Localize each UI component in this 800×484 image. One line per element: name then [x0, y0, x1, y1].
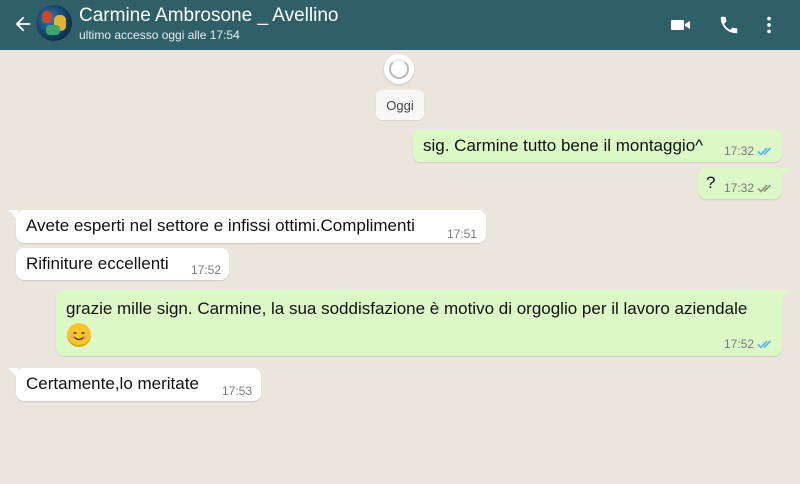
phone-icon: [720, 16, 738, 34]
video-call-button[interactable]: [668, 12, 694, 38]
chat-header: Carmine Ambrosone _ Avellino ultimo acce…: [0, 0, 800, 50]
last-seen-status: ultimo accesso oggi alle 17:54: [79, 28, 240, 42]
date-chip: Oggi: [376, 90, 424, 120]
avatar[interactable]: [36, 5, 72, 41]
message-text: Avete esperti nel settore e infissi otti…: [26, 216, 415, 235]
video-call-icon: [671, 20, 690, 30]
message-text: sig. Carmine tutto bene il montaggio^: [423, 136, 704, 155]
message-text: Rifiniture eccellenti: [26, 254, 169, 273]
message-bubble-incoming[interactable]: Avete esperti nel settore e infissi otti…: [8, 210, 486, 243]
message-text: Certamente,lo meritate: [26, 374, 199, 393]
double-check-icon: [757, 340, 772, 349]
back-arrow-icon: [15, 16, 31, 32]
message-meta: 17:32: [724, 181, 775, 195]
message-meta: 17:32: [724, 144, 775, 158]
double-check-icon: [757, 184, 772, 193]
message-time: 17:52: [191, 263, 222, 277]
more-options-button[interactable]: [756, 12, 782, 38]
message-meta: 17:52: [724, 337, 775, 351]
message-time: 17:32: [724, 181, 755, 195]
message-meta: 17:52: [191, 263, 221, 277]
message-time: 17:52: [724, 337, 755, 351]
back-button[interactable]: [10, 11, 36, 37]
message-text: grazie mille sign. Carmine, la sua soddi…: [66, 299, 748, 318]
message-time: 17:32: [724, 144, 755, 158]
message-bubble-incoming[interactable]: Certamente,lo meritate 17:53: [8, 368, 261, 401]
chat-area[interactable]: Oggi sig. Carmine tutto bene il montaggi…: [0, 50, 800, 484]
message-bubble-outgoing[interactable]: sig. Carmine tutto bene il montaggio^ 17…: [413, 130, 782, 162]
message-time: 17:51: [447, 227, 478, 241]
smiling-face-icon: [67, 323, 91, 347]
contact-name[interactable]: Carmine Ambrosone _ Avellino: [79, 5, 338, 27]
message-text: ?: [706, 173, 716, 192]
double-check-icon: [757, 147, 772, 156]
voice-call-button[interactable]: [716, 12, 742, 38]
message-time: 17:53: [222, 384, 253, 398]
message-bubble-outgoing[interactable]: ? 17:32: [698, 168, 790, 199]
message-meta: 17:53: [222, 384, 252, 398]
message-meta: 17:51: [447, 227, 477, 241]
message-bubble-incoming[interactable]: Rifiniture eccellenti 17:52: [16, 248, 229, 280]
loading-spinner: [384, 54, 414, 84]
more-vert-icon: [767, 16, 771, 34]
message-bubble-outgoing[interactable]: grazie mille sign. Carmine, la sua soddi…: [56, 290, 790, 356]
